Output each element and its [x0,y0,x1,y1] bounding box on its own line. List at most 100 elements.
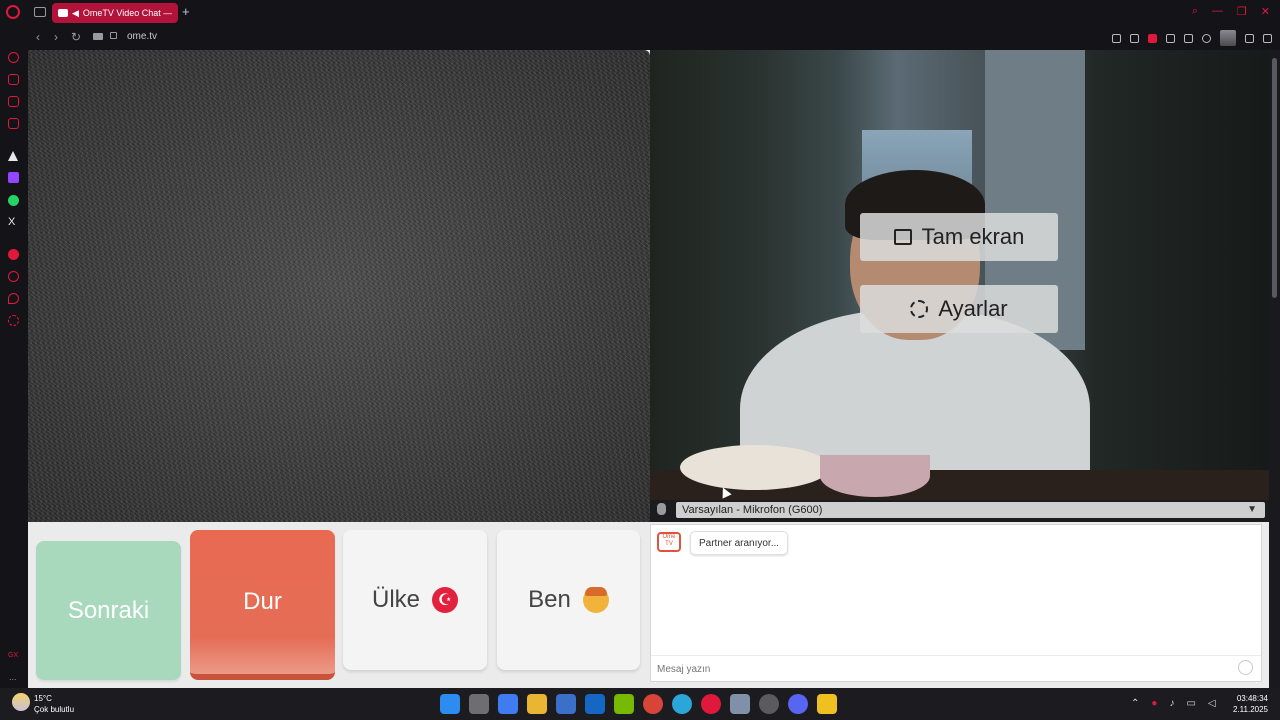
stop-button[interactable]: Dur [190,530,335,680]
fullscreen-label: Tam ekran [921,224,1025,249]
window-controls: ⌕ — ❐ ✕ [1192,5,1270,18]
scrollbar-thumb[interactable] [1272,58,1277,298]
opera-tray-icon[interactable]: ● [1151,698,1157,709]
stop-label: Dur [243,588,282,615]
profile-avatar[interactable] [1220,30,1236,46]
opera-logo-icon[interactable] [6,5,20,19]
store-icon[interactable] [556,694,576,714]
clock-time[interactable]: 03:48:34 [1232,694,1268,703]
microphone-select[interactable]: Varsayılan - Mikrofon (G600) ▼ [676,502,1265,518]
microphone-tray-icon[interactable]: ♪ [1169,698,1174,709]
country-label: Ülke [371,586,420,613]
lock-icon[interactable] [110,32,117,39]
me-button[interactable]: Ben [497,530,640,670]
minimize-button[interactable]: — [1212,5,1223,18]
instagram-icon[interactable] [8,118,19,129]
translate-icon[interactable] [1166,33,1175,43]
settings-button[interactable]: Ayarlar [860,285,1058,333]
food-plate [680,445,830,490]
vk-icon[interactable] [8,151,18,161]
aria-icon[interactable] [8,74,19,85]
nvidia-icon[interactable] [614,694,634,714]
settings-icon[interactable] [8,315,19,326]
download-icon[interactable] [1245,33,1254,43]
system-tray: ⌃ ● ♪ ▭ ◁ [1131,698,1216,709]
sidebar-more-button[interactable]: ... [9,672,17,682]
bookmark-icon[interactable] [1112,33,1121,43]
weather-temperature[interactable]: 15°C [34,694,52,703]
gx-label[interactable]: GX [8,652,18,659]
chatgpt-icon[interactable] [759,694,779,714]
chat-divider [651,655,1261,656]
steam-icon[interactable] [730,694,750,714]
display-icon[interactable]: ▭ [1186,698,1195,709]
tab-ometv[interactable]: ◀ OmeTV Video Chat — [52,3,178,23]
file-explorer-icon[interactable] [527,694,547,714]
edge-icon[interactable] [672,694,692,714]
address-bar-actions [1112,30,1272,46]
partner-video-static [28,50,650,522]
back-button[interactable]: ‹ [36,30,40,44]
x-icon[interactable]: X [8,217,19,228]
next-button[interactable]: Sonraki [36,541,181,680]
whatsapp-icon[interactable] [8,195,19,206]
ometv-logo-icon: Ome TV [657,532,681,552]
task-view-icon[interactable] [469,694,489,714]
reload-button[interactable]: ↻ [71,30,81,44]
self-camera-video [650,50,1269,500]
maximize-button[interactable]: ❐ [1237,5,1247,18]
opera-refresh-icon[interactable] [8,52,19,63]
forward-button[interactable]: › [54,30,58,44]
outlook-icon[interactable] [585,694,605,714]
tab-switcher-icon[interactable] [34,7,46,17]
taskbar-apps [440,694,837,714]
settings-label: Ayarlar [938,296,1008,321]
player-icon[interactable] [1184,33,1193,43]
copilot-icon[interactable] [498,694,518,714]
address-bar [28,26,1280,50]
app-icon[interactable] [817,694,837,714]
tab-title: OmeTV Video Chat — [82,8,173,18]
discord-icon[interactable] [788,694,808,714]
tab-bar [0,0,1280,26]
volume-icon[interactable]: ◁ [1208,698,1216,709]
emoji-icon[interactable] [1238,660,1253,675]
boy-emoji-icon [582,587,609,613]
fullscreen-icon [893,229,912,245]
chrome-icon[interactable] [643,694,663,714]
close-button[interactable]: ✕ [1261,5,1270,18]
ometv-favicon-icon [58,9,68,17]
clock-date[interactable]: 2.11.2025 [1232,705,1268,714]
weather-icon[interactable] [12,693,30,711]
snapshot-icon[interactable] [1130,33,1139,43]
vpn-shield-icon[interactable] [1148,33,1157,43]
gear-icon [910,300,929,318]
microphone-select-value: Varsayılan - Mikrofon (G600) [682,504,823,516]
turkey-flag-icon: ☪ [432,587,458,613]
menu-icon[interactable] [1263,33,1272,43]
chevron-down-icon: ▼ [1247,504,1257,515]
speaker-icon[interactable]: ◀ [72,8,79,19]
chevron-up-icon[interactable]: ⌃ [1131,698,1139,709]
message-input[interactable] [657,662,1217,676]
url-field[interactable]: ome.tv [127,31,157,42]
search-tabs-icon[interactable]: ⌕ [1192,5,1198,18]
me-label: Ben [528,586,571,613]
next-label: Sonraki [67,596,150,624]
music-icon[interactable] [8,249,19,260]
camera-permission-icon[interactable] [93,33,103,40]
history-icon[interactable] [8,271,19,282]
microphone-icon [657,503,666,515]
windows-start-icon[interactable] [440,694,460,714]
pinboard-icon[interactable] [8,293,19,304]
twitch-icon[interactable] [8,172,19,183]
bowl [820,455,930,497]
new-tab-button[interactable]: + [182,5,190,19]
heart-icon[interactable] [1202,33,1211,43]
country-button[interactable]: Ülke ☪ [343,530,487,670]
weather-description[interactable]: Çok bulutlu [34,705,74,714]
chat-status-message: Partner aranıyor... [690,531,789,555]
fullscreen-button[interactable]: Tam ekran [860,213,1058,261]
messenger-icon[interactable] [8,96,19,107]
opera-gx-icon[interactable] [701,694,721,714]
